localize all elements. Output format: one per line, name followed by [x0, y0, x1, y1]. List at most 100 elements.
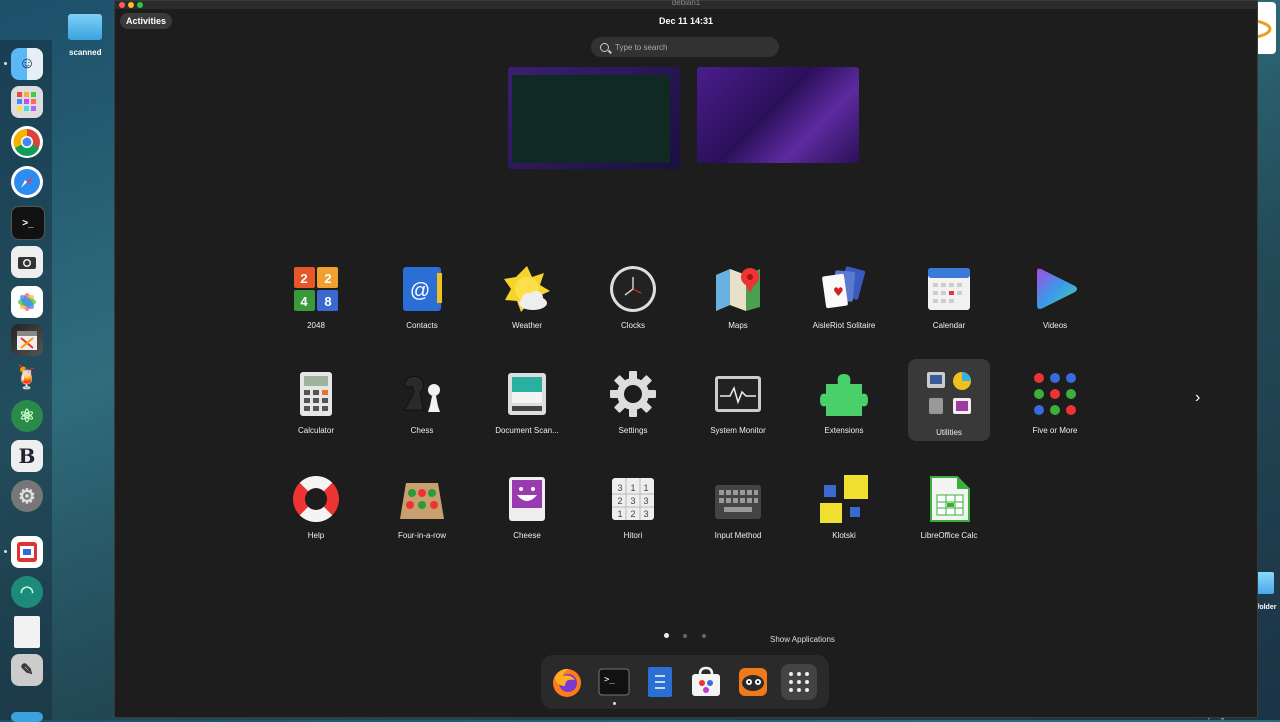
wine-icon[interactable]: 🍹	[11, 362, 43, 394]
final-cut-icon[interactable]	[11, 324, 43, 356]
running-indicator	[613, 702, 616, 705]
app-system-monitor[interactable]: System Monitor	[686, 370, 790, 435]
bbedit-icon[interactable]: B	[11, 440, 43, 472]
next-page-arrow[interactable]: ›	[1195, 389, 1200, 407]
workspace-thumbnail-1[interactable]	[508, 67, 680, 169]
network-radar-icon[interactable]: ◠	[11, 576, 43, 608]
chrome-icon[interactable]	[11, 126, 43, 158]
spreadsheet-icon	[925, 475, 973, 523]
app-label: Klotski	[832, 531, 856, 540]
workspace-thumbnail-2[interactable]	[697, 67, 859, 163]
app-grid-icon[interactable]	[781, 664, 817, 700]
calculator-icon	[292, 370, 340, 418]
screenshot-icon[interactable]	[11, 246, 43, 278]
vm-window-title: debian1	[671, 0, 701, 7]
app-libreoffice-calc[interactable]: LibreOffice Calc	[897, 475, 1001, 540]
calendar-icon	[925, 265, 973, 313]
terminal-icon[interactable]: >_	[596, 664, 632, 700]
svg-text:3: 3	[643, 509, 648, 519]
app-hitori[interactable]: 311233123 Hitori	[581, 475, 685, 540]
safari-icon[interactable]	[11, 166, 43, 198]
app-extensions[interactable]: Extensions	[792, 370, 896, 435]
klotski-icon	[820, 475, 868, 523]
document-icon[interactable]	[14, 616, 40, 648]
clock[interactable]: Dec 11 14:31	[115, 16, 1257, 26]
app-2048[interactable]: 2 2 4 8 2048	[264, 265, 368, 330]
app-maps[interactable]: Maps	[686, 265, 790, 330]
clock-icon	[609, 265, 657, 313]
desktop-folder-icon-right[interactable]	[1256, 572, 1274, 594]
scanner-icon	[503, 370, 551, 418]
parallels-icon[interactable]	[11, 536, 43, 568]
app-label: Input Method	[714, 531, 762, 540]
svg-text:1: 1	[630, 483, 635, 493]
photos-icon[interactable]	[11, 286, 43, 318]
app-label: LibreOffice Calc	[920, 531, 978, 540]
terminal-icon[interactable]: >_	[11, 206, 45, 240]
app-weather[interactable]: Weather	[475, 265, 579, 330]
lifebuoy-icon	[292, 475, 340, 523]
app-contacts[interactable]: @ Contacts	[370, 265, 474, 330]
atom-icon[interactable]: ⚛	[11, 400, 43, 432]
launchpad-icon[interactable]	[11, 86, 43, 118]
software-icon[interactable]	[688, 664, 724, 700]
app-folder-utilities[interactable]: Utilities	[908, 359, 990, 441]
page-indicator-1[interactable]	[664, 633, 669, 638]
app-label: Contacts	[406, 321, 438, 330]
five-or-more-icon	[1031, 370, 1079, 418]
app-label: Help	[307, 531, 325, 540]
videos-icon	[1031, 265, 1079, 313]
app-label: Chess	[410, 426, 434, 435]
app-clocks[interactable]: Clocks	[581, 265, 685, 330]
keyboard-icon	[714, 475, 762, 523]
svg-text:1: 1	[643, 483, 648, 493]
app-cheese[interactable]: Cheese	[475, 475, 579, 540]
page-indicator-3[interactable]	[702, 634, 706, 638]
svg-text:2: 2	[324, 271, 331, 286]
app-label: Extensions	[824, 426, 864, 435]
maps-icon	[714, 265, 762, 313]
firefox-icon[interactable]	[549, 664, 585, 700]
app-label: Hitori	[623, 531, 643, 540]
svg-text:2: 2	[630, 509, 635, 519]
svg-text:2: 2	[300, 271, 307, 286]
svg-text:8: 8	[324, 294, 331, 309]
hitori-icon: 311233123	[609, 475, 657, 523]
app-four-in-a-row[interactable]: Four-in-a-row	[370, 475, 474, 540]
search-input[interactable]: Type to search	[591, 37, 779, 57]
cards-icon: ♥	[820, 265, 868, 313]
app-label: 2048	[307, 321, 325, 330]
search-placeholder: Type to search	[615, 42, 668, 52]
finder-icon[interactable]: ☺	[11, 48, 43, 80]
app-klotski[interactable]: Klotski	[792, 475, 896, 540]
2048-icon: 2 2 4 8	[292, 265, 340, 313]
contacts-icon: @	[398, 265, 446, 313]
app-videos[interactable]: Videos	[1003, 265, 1107, 330]
app-document-scanner[interactable]: Document Scan...	[475, 370, 579, 435]
app-chess[interactable]: Chess	[370, 370, 474, 435]
svg-text:1: 1	[617, 509, 622, 519]
weather-icon	[503, 265, 551, 313]
app-calculator[interactable]: Calculator	[264, 370, 368, 435]
app-five-or-more[interactable]: Five or More	[1003, 370, 1107, 435]
system-settings-icon[interactable]: ⚙	[11, 480, 43, 512]
desktop-folder-icon[interactable]	[68, 14, 102, 40]
svg-text:@: @	[410, 280, 430, 302]
search-icon	[600, 42, 609, 52]
app-settings[interactable]: Settings	[581, 370, 685, 435]
svg-text:3: 3	[630, 496, 635, 506]
app-help[interactable]: Help	[264, 475, 368, 540]
utility-icon[interactable]: ✎	[11, 654, 43, 686]
text-editor-icon[interactable]	[642, 664, 678, 700]
running-dot	[4, 62, 7, 65]
app-label: Videos	[1042, 321, 1068, 330]
game-icon[interactable]	[735, 664, 771, 700]
terminal-window-preview	[512, 75, 670, 163]
folder-icon[interactable]	[11, 712, 43, 722]
mac-dock: ☺ >_ 🍹 ⚛ B ⚙ ◠ ✎	[0, 40, 52, 722]
app-calendar[interactable]: Calendar	[897, 265, 1001, 330]
vm-titlebar: debian1	[115, 0, 1257, 9]
app-input-method[interactable]: Input Method	[686, 475, 790, 540]
app-aisleriot-solitaire[interactable]: ♥ AisleRiot Solitaire	[792, 265, 896, 330]
page-indicator-2[interactable]	[683, 634, 687, 638]
